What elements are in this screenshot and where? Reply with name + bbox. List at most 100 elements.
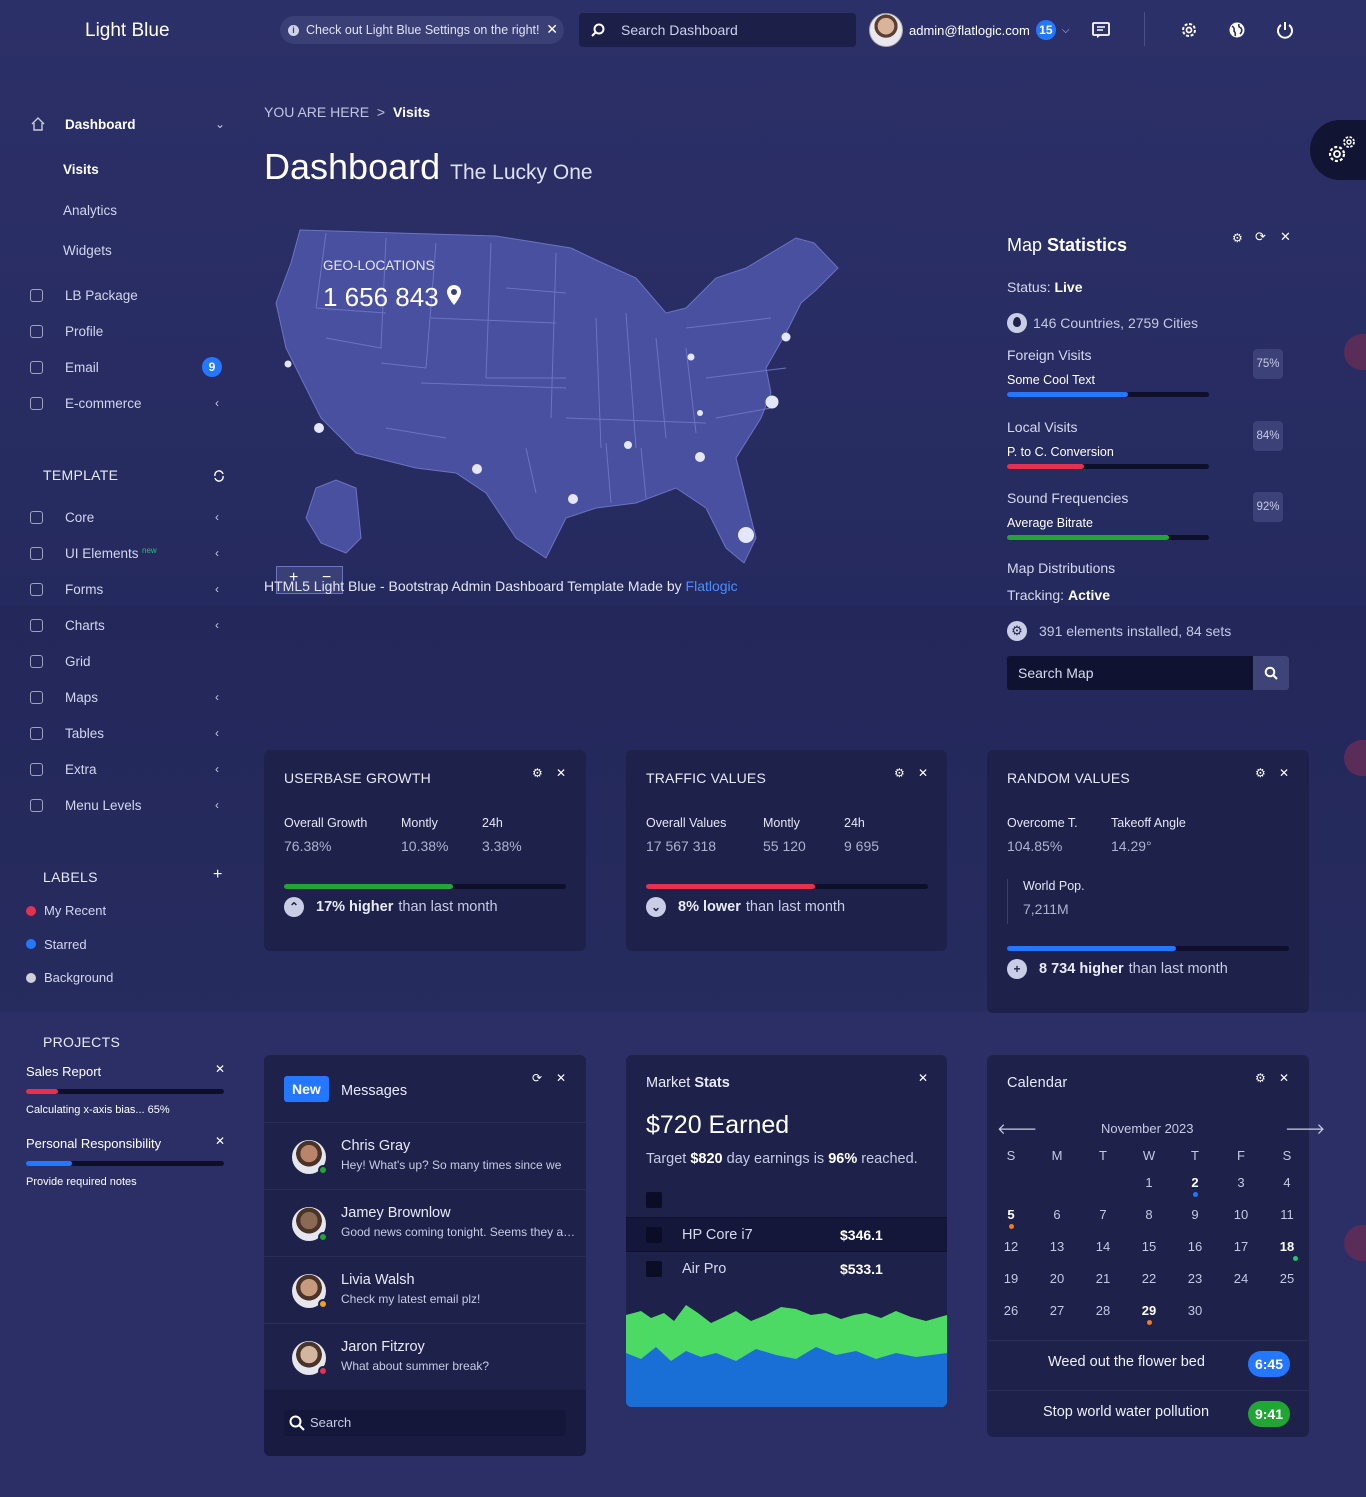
calendar-day[interactable]: 21 <box>1080 1271 1126 1286</box>
next-month-icon[interactable]: 🡒 <box>1285 1119 1325 1138</box>
calendar-day[interactable]: 14 <box>1080 1239 1126 1254</box>
calendar-day[interactable]: 9 <box>1172 1207 1218 1222</box>
calendar-day[interactable]: 30 <box>1172 1303 1218 1318</box>
calendar-day[interactable]: 29 <box>1126 1303 1172 1318</box>
sidebar-sub-visits[interactable]: Visits <box>63 162 99 177</box>
label-item[interactable]: Starred <box>26 937 87 952</box>
sidebar-sub-widgets[interactable]: Widgets <box>63 243 112 258</box>
sidebar-sub-analytics[interactable]: Analytics <box>63 203 117 218</box>
calendar-day[interactable]: 8 <box>1126 1207 1172 1222</box>
gear-icon[interactable]: ⚙ <box>1255 766 1266 780</box>
calendar-day[interactable]: 26 <box>988 1303 1034 1318</box>
message-item[interactable]: Chris Gray Hey! What's up? So many times … <box>264 1122 586 1189</box>
app-logo[interactable]: Light Blue <box>85 20 170 42</box>
diamond-icon <box>30 396 43 410</box>
sidebar-item-forms[interactable]: Forms ‹ <box>0 574 240 604</box>
sidebar-item-ui-elements[interactable]: UI Elements new ‹ <box>0 538 240 568</box>
sidebar-item-core[interactable]: Core ‹ <box>0 502 240 532</box>
close-icon[interactable]: ✕ <box>918 1071 928 1085</box>
gear-icon[interactable]: ⚙ <box>1232 231 1243 245</box>
project-name[interactable]: Personal Responsibility <box>26 1136 161 1151</box>
side-tab[interactable] <box>1344 740 1366 776</box>
search-map-input[interactable]: Search Map <box>1007 656 1289 690</box>
gear-icon[interactable] <box>1179 20 1199 40</box>
sidebar-item-grid[interactable]: Grid <box>0 646 240 676</box>
calendar-day[interactable]: 23 <box>1172 1271 1218 1286</box>
calendar-day[interactable]: 20 <box>1034 1271 1080 1286</box>
settings-panel-toggle[interactable] <box>1310 120 1366 180</box>
calendar-day[interactable]: 5 <box>988 1207 1034 1222</box>
add-label-icon[interactable]: + <box>213 866 222 884</box>
user-menu[interactable]: admin@flatlogic.com 15 ⌵ <box>869 13 1069 47</box>
gear-icon[interactable]: ⚙ <box>1255 1071 1266 1085</box>
calendar-day[interactable]: 10 <box>1218 1207 1264 1222</box>
map-footer: HTML5 Light Blue - Bootstrap Admin Dashb… <box>264 578 738 594</box>
calendar-day[interactable]: 17 <box>1218 1239 1264 1254</box>
message-item[interactable]: Jaron Fitzroy What about summer break? <box>264 1323 586 1390</box>
close-icon[interactable]: ✕ <box>215 1062 225 1076</box>
project-name[interactable]: Sales Report <box>26 1064 101 1079</box>
refresh-icon[interactable] <box>213 470 225 482</box>
breadcrumb-current[interactable]: Visits <box>393 104 430 120</box>
close-icon[interactable]: ✕ <box>918 766 928 780</box>
sidebar-item-lb-package[interactable]: LB Package <box>0 280 240 310</box>
sidebar-item-email[interactable]: Email 9 <box>0 352 240 382</box>
event-dot <box>1009 1224 1014 1229</box>
sidebar-item-menu-levels[interactable]: Menu Levels ‹ <box>0 790 240 820</box>
label-item[interactable]: Background <box>26 970 113 985</box>
calendar-day[interactable]: 24 <box>1218 1271 1264 1286</box>
messages-search-input[interactable]: Search <box>284 1410 566 1436</box>
close-icon[interactable]: ✕ <box>1279 1071 1289 1085</box>
close-icon[interactable]: ✕ <box>556 1071 566 1085</box>
calendar-day[interactable]: 4 <box>1264 1175 1310 1190</box>
calendar-day[interactable]: 1 <box>1126 1175 1172 1190</box>
calendar-day[interactable]: 18 <box>1264 1239 1310 1254</box>
flatlogic-link[interactable]: Flatlogic <box>686 578 738 594</box>
sidebar-item-charts[interactable]: Charts ‹ <box>0 610 240 640</box>
calendar-day[interactable]: 27 <box>1034 1303 1080 1318</box>
close-icon[interactable]: ✕ <box>556 766 566 780</box>
layers-icon <box>30 546 43 560</box>
calendar-day[interactable]: 28 <box>1080 1303 1126 1318</box>
sidebar-item-tables[interactable]: Tables ‹ <box>0 718 240 748</box>
close-notice-icon[interactable]: ✕ <box>546 21 558 38</box>
globe-icon[interactable] <box>1227 20 1247 40</box>
widget-title: Messages <box>341 1083 408 1099</box>
calendar-day[interactable]: 13 <box>1034 1239 1080 1254</box>
calendar-day[interactable]: 19 <box>988 1271 1034 1286</box>
calendar-day[interactable]: 11 <box>1264 1207 1310 1222</box>
gear-icon[interactable]: ⚙ <box>894 766 905 780</box>
gear-icon[interactable]: ⚙ <box>532 766 543 780</box>
calendar-day[interactable]: 7 <box>1080 1207 1126 1222</box>
close-icon[interactable]: ✕ <box>1280 229 1291 245</box>
label-item[interactable]: My Recent <box>26 903 106 918</box>
message-item[interactable]: Livia Walsh Check my latest email plz! <box>264 1256 586 1323</box>
refresh-icon[interactable]: ⟳ <box>532 1071 542 1085</box>
prev-month-icon[interactable]: 🡐 <box>997 1119 1037 1138</box>
search-input[interactable]: Search Dashboard <box>579 13 856 47</box>
refresh-icon[interactable]: ⟳ <box>1255 229 1266 245</box>
sidebar-item-dashboard[interactable]: Dashboard ⌄ <box>0 109 240 139</box>
message-item[interactable]: Jamey Brownlow Good news coming tonight. … <box>264 1189 586 1256</box>
calendar-day[interactable]: 16 <box>1172 1239 1218 1254</box>
sidebar-item-maps[interactable]: Maps ‹ <box>0 682 240 712</box>
usa-map[interactable] <box>266 218 842 598</box>
select-all-checkbox[interactable] <box>646 1192 662 1208</box>
chat-icon[interactable] <box>1091 20 1111 40</box>
sidebar-item-extra[interactable]: Extra ‹ <box>0 754 240 784</box>
sidebar-item-profile[interactable]: Profile <box>0 316 240 346</box>
row-checkbox[interactable] <box>646 1227 662 1243</box>
close-icon[interactable]: ✕ <box>1279 766 1289 780</box>
close-icon[interactable]: ✕ <box>215 1134 225 1148</box>
calendar-day[interactable]: 22 <box>1126 1271 1172 1286</box>
search-map-button[interactable] <box>1253 656 1289 690</box>
calendar-day[interactable]: 25 <box>1264 1271 1310 1286</box>
calendar-day[interactable]: 3 <box>1218 1175 1264 1190</box>
calendar-day[interactable]: 12 <box>988 1239 1034 1254</box>
calendar-day[interactable]: 15 <box>1126 1239 1172 1254</box>
calendar-day[interactable]: 2 <box>1172 1175 1218 1190</box>
calendar-day[interactable]: 6 <box>1034 1207 1080 1222</box>
sidebar-item-e-commerce[interactable]: E-commerce ‹ <box>0 388 240 418</box>
power-icon[interactable] <box>1275 20 1295 40</box>
row-checkbox[interactable] <box>646 1261 662 1277</box>
